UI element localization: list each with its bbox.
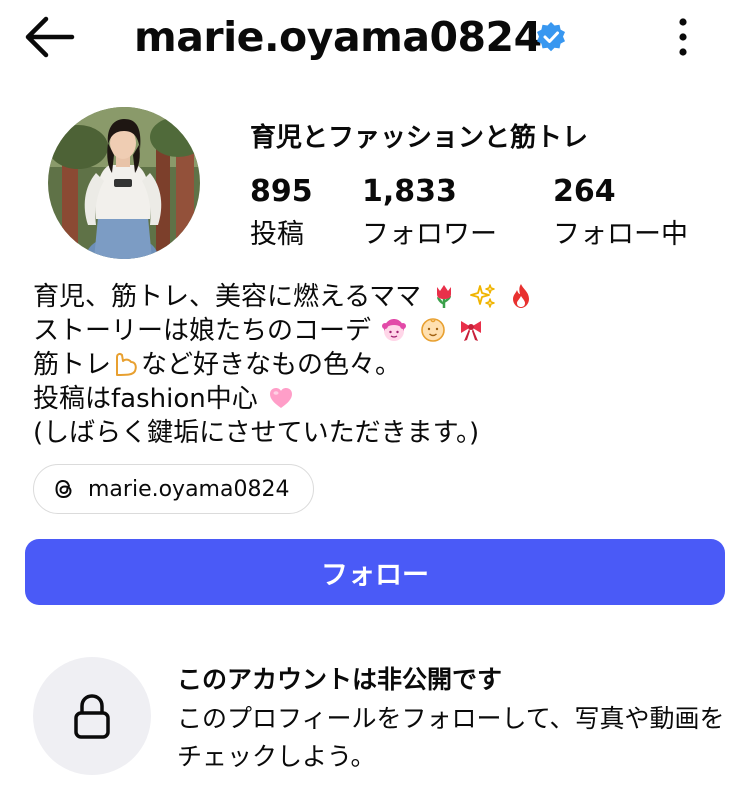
lock-icon (74, 694, 110, 739)
profile-username: marie.oyama0824 (134, 13, 542, 61)
flexed-biceps-emoji (116, 352, 137, 376)
top-bar: marie.oyama0824 (0, 0, 750, 76)
fire-emoji (512, 284, 529, 308)
private-account-description: このプロフィールをフォローして、写真や動画をチェックしよう。 (177, 704, 725, 771)
threads-link[interactable]: marie.oyama0824 (33, 464, 315, 514)
profile-avatar[interactable] (48, 107, 200, 259)
bio-line: 筋トレ など好きなもの色々。 (33, 348, 723, 382)
bio-text: 投稿はfashion中心 (33, 384, 258, 414)
more-options-button[interactable] (668, 14, 698, 60)
girl-emoji (382, 319, 407, 341)
ribbon-emoji (460, 321, 481, 341)
baby-emoji (420, 318, 445, 342)
bio-line: 育児、筋トレ、美容に燃えるママ (33, 280, 723, 314)
private-account-title: このアカウントは非公開です (177, 665, 503, 694)
bio-text: 育児、筋トレ、美容に燃えるママ (33, 282, 422, 312)
sparkles-emoji (469, 284, 495, 308)
back-button[interactable] (22, 14, 76, 60)
verified-badge-icon (535, 21, 567, 53)
bio-text: ストーリーは娘たちのコーデ (33, 316, 372, 346)
following-count[interactable]: 264 フォロー中 (553, 172, 688, 254)
follow-button[interactable]: フォロー (25, 539, 725, 605)
posts-count[interactable]: 895 投稿 (250, 172, 313, 254)
bio-line: ストーリーは娘たちのコーデ (33, 314, 723, 348)
bio-text: (しばらく鍵垢にさせていただきます。) (33, 418, 480, 448)
bio-line: (しばらく鍵垢にさせていただきます。) (33, 416, 723, 450)
followers-count-label: フォロワー (362, 219, 497, 250)
threads-username: marie.oyama0824 (88, 476, 290, 502)
tulip-emoji (437, 285, 452, 308)
more-vertical-icon (679, 18, 687, 56)
followers-count-value: 1,833 (362, 174, 457, 209)
profile-bio: 育児、筋トレ、美容に燃えるママ ストーリーは娘たちのコーデ 筋トレ など好きなも… (33, 280, 723, 450)
threads-icon (55, 479, 72, 499)
following-count-value: 264 (553, 174, 616, 209)
bio-line: 投稿はfashion中心 (33, 382, 723, 416)
pink-heart-emoji (270, 388, 292, 408)
profile-display-name: 育児とファッションと筋トレ (250, 123, 589, 153)
posts-count-label: 投稿 (250, 219, 304, 250)
followers-count[interactable]: 1,833 フォロワー (362, 172, 497, 254)
bio-text: 筋トレ (33, 350, 112, 380)
arrow-left-icon (25, 16, 75, 58)
following-count-label: フォロー中 (553, 219, 688, 250)
posts-count-value: 895 (250, 174, 313, 209)
lock-icon-circle (33, 657, 151, 775)
bio-text: など好きなもの色々。 (141, 350, 402, 380)
